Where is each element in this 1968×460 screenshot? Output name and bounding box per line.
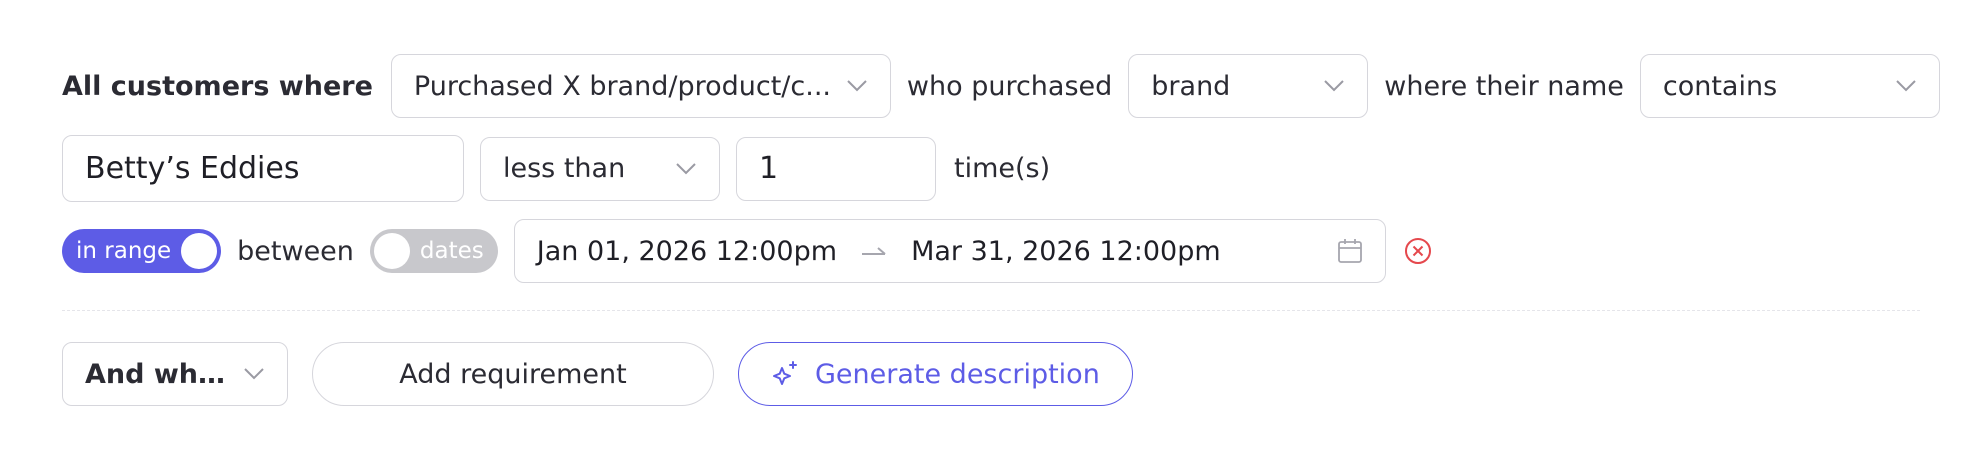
clear-circle-icon[interactable] <box>1404 237 1432 265</box>
comparison-select[interactable]: less than <box>480 136 720 201</box>
add-requirement-label: Add requirement <box>399 358 627 390</box>
dates-toggle-label: dates <box>419 238 484 264</box>
rule-prefix-label: All customers where <box>62 70 373 102</box>
dates-toggle[interactable]: dates <box>369 229 498 273</box>
arrow-right-icon <box>861 244 887 258</box>
chevron-down-icon <box>1323 75 1345 97</box>
add-requirement-button[interactable]: Add requirement <box>312 342 714 406</box>
count-unit-label: time(s) <box>954 153 1051 184</box>
in-range-toggle-label: in range <box>76 238 172 264</box>
count-value-text: 1 <box>759 151 779 186</box>
footer-actions: And where Add requirement Generate descr… <box>62 342 1133 406</box>
chevron-down-icon <box>675 158 697 180</box>
comparison-select-value: less than <box>503 153 626 184</box>
chevron-down-icon <box>1895 75 1917 97</box>
chevron-down-icon <box>243 363 265 385</box>
date-range-picker[interactable]: Jan 01, 2026 12:00pm Mar 31, 2026 12:00p… <box>513 219 1386 283</box>
condition-select-value: Purchased X brand/product/c... <box>413 70 831 102</box>
where-name-label: where their name <box>1384 70 1624 102</box>
who-purchased-label: who purchased <box>906 70 1113 102</box>
sparkle-icon <box>771 359 801 389</box>
joiner-select[interactable]: And where <box>62 342 288 406</box>
generate-description-button[interactable]: Generate description <box>738 342 1133 406</box>
toggle-knob <box>181 233 218 269</box>
match-operator-select[interactable]: contains <box>1639 54 1940 118</box>
toggle-knob <box>373 233 410 269</box>
count-input[interactable]: 1 <box>736 136 936 201</box>
calendar-icon[interactable] <box>1337 238 1363 264</box>
name-value-input[interactable]: Betty’s Eddies <box>62 135 464 202</box>
chevron-down-icon <box>846 75 868 97</box>
generate-description-label: Generate description <box>815 358 1100 390</box>
condition-select[interactable]: Purchased X brand/product/c... <box>390 54 891 118</box>
between-label: between <box>237 235 354 267</box>
segment-rule-builder: All customers where Purchased X brand/pr… <box>0 0 1968 460</box>
joiner-select-value: And where <box>85 358 231 390</box>
name-value-text: Betty’s Eddies <box>85 151 300 186</box>
rule-row-condition: All customers where Purchased X brand/pr… <box>62 54 1940 118</box>
date-to-value[interactable]: Mar 31, 2026 12:00pm <box>911 236 1221 267</box>
rule-row-range: in range between dates Jan 01, 2026 12:0… <box>62 218 1432 284</box>
date-from-value[interactable]: Jan 01, 2026 12:00pm <box>537 236 837 267</box>
item-type-select[interactable]: brand <box>1128 54 1369 118</box>
in-range-toggle[interactable]: in range <box>62 229 222 273</box>
match-operator-select-value: contains <box>1662 70 1778 102</box>
item-type-select-value: brand <box>1151 70 1231 102</box>
rule-row-count: Betty’s Eddies less than 1 time(s) <box>62 135 1050 202</box>
section-divider <box>62 310 1920 311</box>
